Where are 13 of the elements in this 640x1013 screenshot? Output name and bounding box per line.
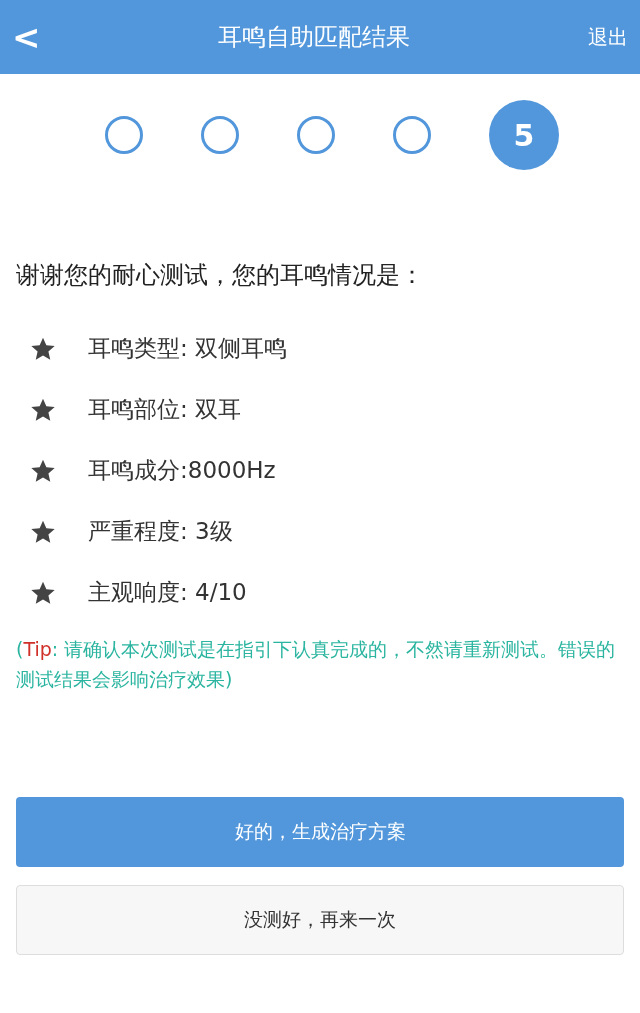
tip-text: (Tip: 请确认本次测试是在指引下认真完成的，不然请重新测试。错误的测试结果会影响治疗效果)	[16, 637, 617, 692]
result-text: 严重程度: 3级	[88, 517, 233, 546]
page-title: 耳鸣自助匹配结果	[218, 22, 411, 53]
retry-button[interactable]: 没测好，再来一次	[16, 885, 624, 955]
result-text: 主观响度: 4/10	[88, 578, 247, 607]
exit-button[interactable]: 退出	[588, 23, 628, 51]
generate-plan-button[interactable]: 好的，生成治疗方案	[16, 797, 624, 867]
back-button[interactable]: <	[12, 17, 41, 57]
intro-text: 谢谢您的耐心测试，您的耳鸣情况是：	[16, 260, 425, 291]
step-indicator: 5	[489, 100, 559, 170]
result-text: 耳鸣成分:8000Hz	[88, 456, 276, 485]
result-text: 耳鸣类型: 双侧耳鸣	[88, 334, 288, 363]
result-text: 耳鸣部位: 双耳	[88, 395, 242, 424]
